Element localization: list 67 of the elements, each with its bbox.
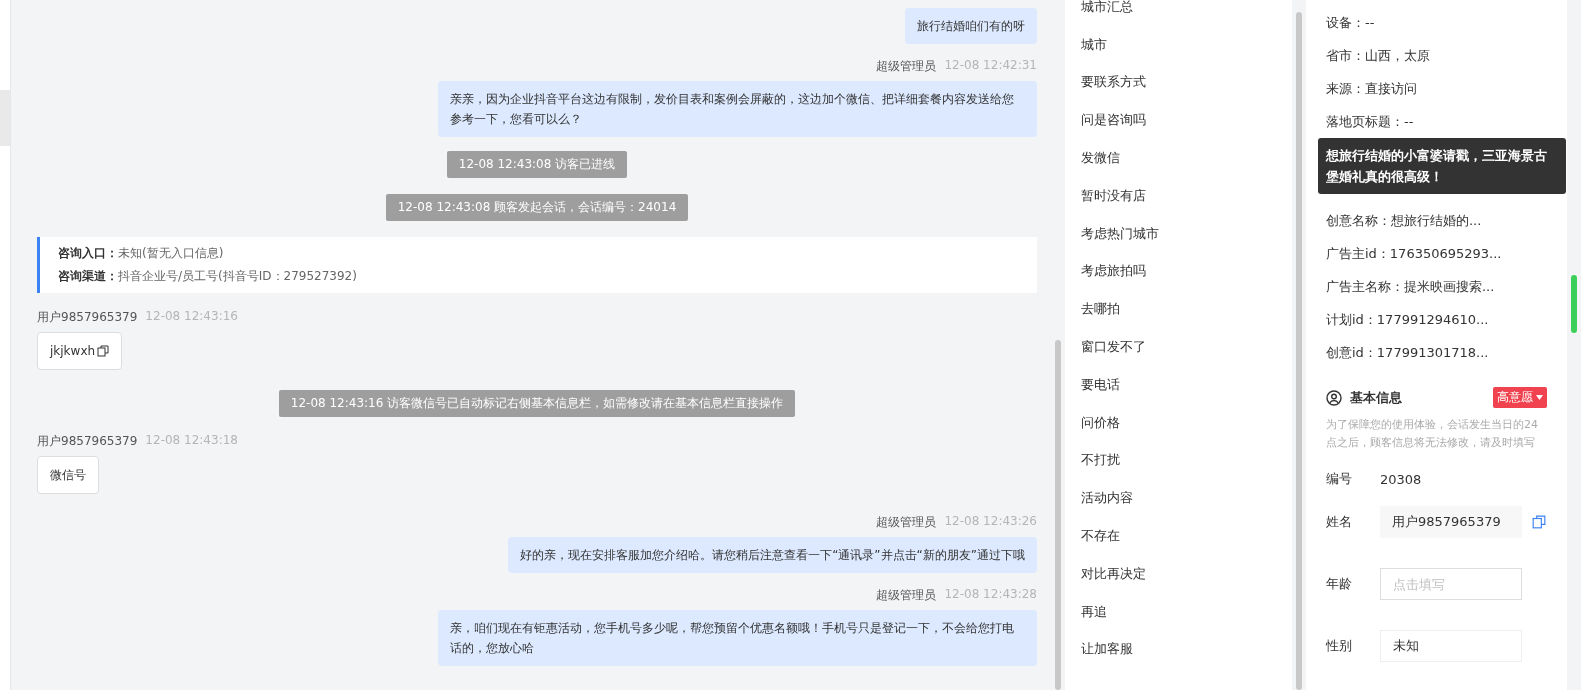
quick-reply-item[interactable]: 不存在 [1080, 517, 1293, 555]
quick-reply-item[interactable]: 再追 [1080, 592, 1293, 631]
sender-name: 超级管理员 [876, 514, 937, 531]
message-time: 12-08 12:43:18 [145, 433, 238, 449]
quick-reply-item[interactable]: 要电话 [1080, 365, 1293, 404]
quick-reply-item[interactable]: 城市汇总 [1080, 0, 1293, 26]
info-line: 咨询入口：未知(暂无入口信息) [58, 245, 225, 262]
sender-name: 超级管理员 [876, 58, 937, 75]
field-label: 性别 [1326, 637, 1353, 655]
visit-info-row-text: 设备：-- [1326, 13, 1376, 32]
system-notice: 12-08 12:43:16 访客微信号已自动标记右侧基本信息栏，如需修改请在基本信息栏直接操作 [278, 390, 796, 417]
field-label: 编号 [1326, 470, 1353, 488]
quick-reply-item[interactable]: 问是咨询吗 [1080, 101, 1293, 140]
message-time: 12-08 12:43:16 [145, 309, 238, 325]
visit-info-row-text: 省市：山西，太原 [1326, 46, 1431, 65]
copy-icon[interactable] [97, 345, 110, 357]
name-field[interactable]: 用户9857965379 [1380, 506, 1522, 538]
quick-reply-item[interactable]: 问价格 [1080, 403, 1293, 442]
copy-icon[interactable] [1532, 515, 1546, 529]
message-time: 12-08 12:43:28 [944, 587, 1037, 603]
sender-name: 超级管理员 [876, 587, 937, 604]
quick-reply-item[interactable]: 让加客服 [1080, 630, 1293, 669]
notice-text: 为了保障您的使用体验，会话发生当日的24点之后，顾客信息将无法修改，请及时填写 [1326, 417, 1539, 451]
agent-message: 亲亲，因为企业抖音平台这边有限制，发价目表和案例会屏蔽的，这边加个微信、把详细套餐内容发送给您参考一下，您看可以么？ [438, 81, 1037, 137]
visit-info-row-text: 创意id：177991301718... [1326, 343, 1490, 362]
system-notice: 12-08 12:43:08 顾客发起会话，会话编号：24014 [385, 194, 689, 221]
gender-select[interactable]: 未知 [1380, 630, 1522, 662]
visit-info-row-text: 创意名称：想旅行结婚的... [1326, 211, 1483, 230]
user-icon [1326, 389, 1342, 406]
visit-info-row-text: 广告主id：176350695293... [1326, 244, 1503, 263]
quick-reply-item[interactable]: 活动内容 [1080, 479, 1293, 518]
visit-info-row-text: 来源：直接访问 [1326, 79, 1418, 98]
scrollbar-thumb[interactable] [1054, 340, 1061, 690]
message-text: jkjkwxh [50, 343, 96, 360]
visit-info-row-text: 落地页标题：-- [1326, 112, 1415, 131]
quick-reply-item[interactable]: 对比再决定 [1080, 554, 1293, 593]
tooltip: 想旅行结婚的小富婆请戳，三亚海景古堡婚礼真的很高级！ [1318, 138, 1566, 194]
quick-reply-item[interactable]: 不打扰 [1080, 441, 1293, 480]
scrollbar-thumb[interactable] [1296, 12, 1302, 690]
caret-icon [1536, 395, 1544, 400]
quick-reply-item[interactable]: 城市 [1080, 25, 1293, 64]
field-value: 20308 [1380, 471, 1422, 487]
quick-reply-item[interactable]: 考虑热门城市 [1080, 214, 1293, 253]
info-line: 咨询渠道：抖音企业号/员工号(抖音号ID：279527392) [58, 268, 358, 285]
quick-reply-item[interactable]: 发微信 [1080, 139, 1293, 177]
agent-message: 好的亲，现在安排客服加您介绍哈。请您稍后注意查看一下“通讯录”并点击“新的朋友”通过下哦 [508, 537, 1037, 573]
quick-reply-item[interactable]: 要联系方式 [1080, 63, 1293, 102]
sender-name: 用户9857965379 [37, 433, 138, 450]
sender-name: 用户9857965379 [37, 309, 138, 326]
scrollbar-thumb[interactable] [1571, 275, 1577, 333]
age-field[interactable]: 点击填写 [1380, 568, 1522, 600]
intent-tag[interactable]: 高意愿 [1493, 387, 1548, 408]
agent-message: 亲，咱们现在有钜惠活动，您手机号多少呢，帮您预留个优惠名额哦！手机号只是登记一下，不会给您打电话的，您放心哈 [438, 610, 1037, 666]
message-time: 12-08 12:43:26 [944, 514, 1037, 530]
message-text: 微信号 [50, 467, 86, 484]
quick-reply-item[interactable]: 去哪拍 [1080, 290, 1293, 329]
visit-info-row-text: 计划id：177991294610... [1326, 310, 1490, 329]
message-time: 12-08 12:42:31 [944, 58, 1037, 74]
section-title: 基本信息 [1350, 388, 1402, 407]
agent-message: 旅行结婚咱们有的呀 [905, 8, 1037, 44]
quick-reply-item[interactable]: 暂时没有店 [1080, 177, 1293, 215]
field-label: 年龄 [1326, 575, 1353, 593]
quick-reply-item[interactable]: 窗口发不了 [1080, 328, 1293, 366]
quick-reply-item[interactable]: 考虑旅拍吗 [1080, 252, 1293, 291]
system-notice: 12-08 12:43:08 访客已进线 [446, 151, 628, 178]
field-label: 姓名 [1326, 513, 1353, 531]
visit-info-row-text: 广告主名称：提米映画搜索... [1326, 277, 1496, 296]
